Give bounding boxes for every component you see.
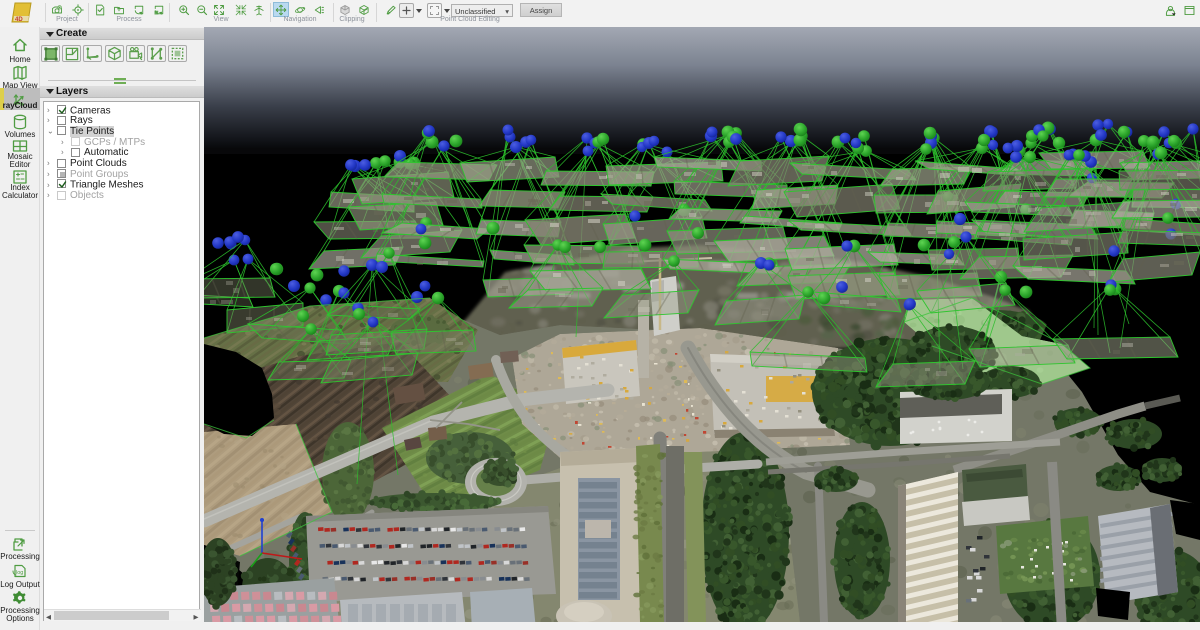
svg-text:log: log: [16, 570, 23, 576]
